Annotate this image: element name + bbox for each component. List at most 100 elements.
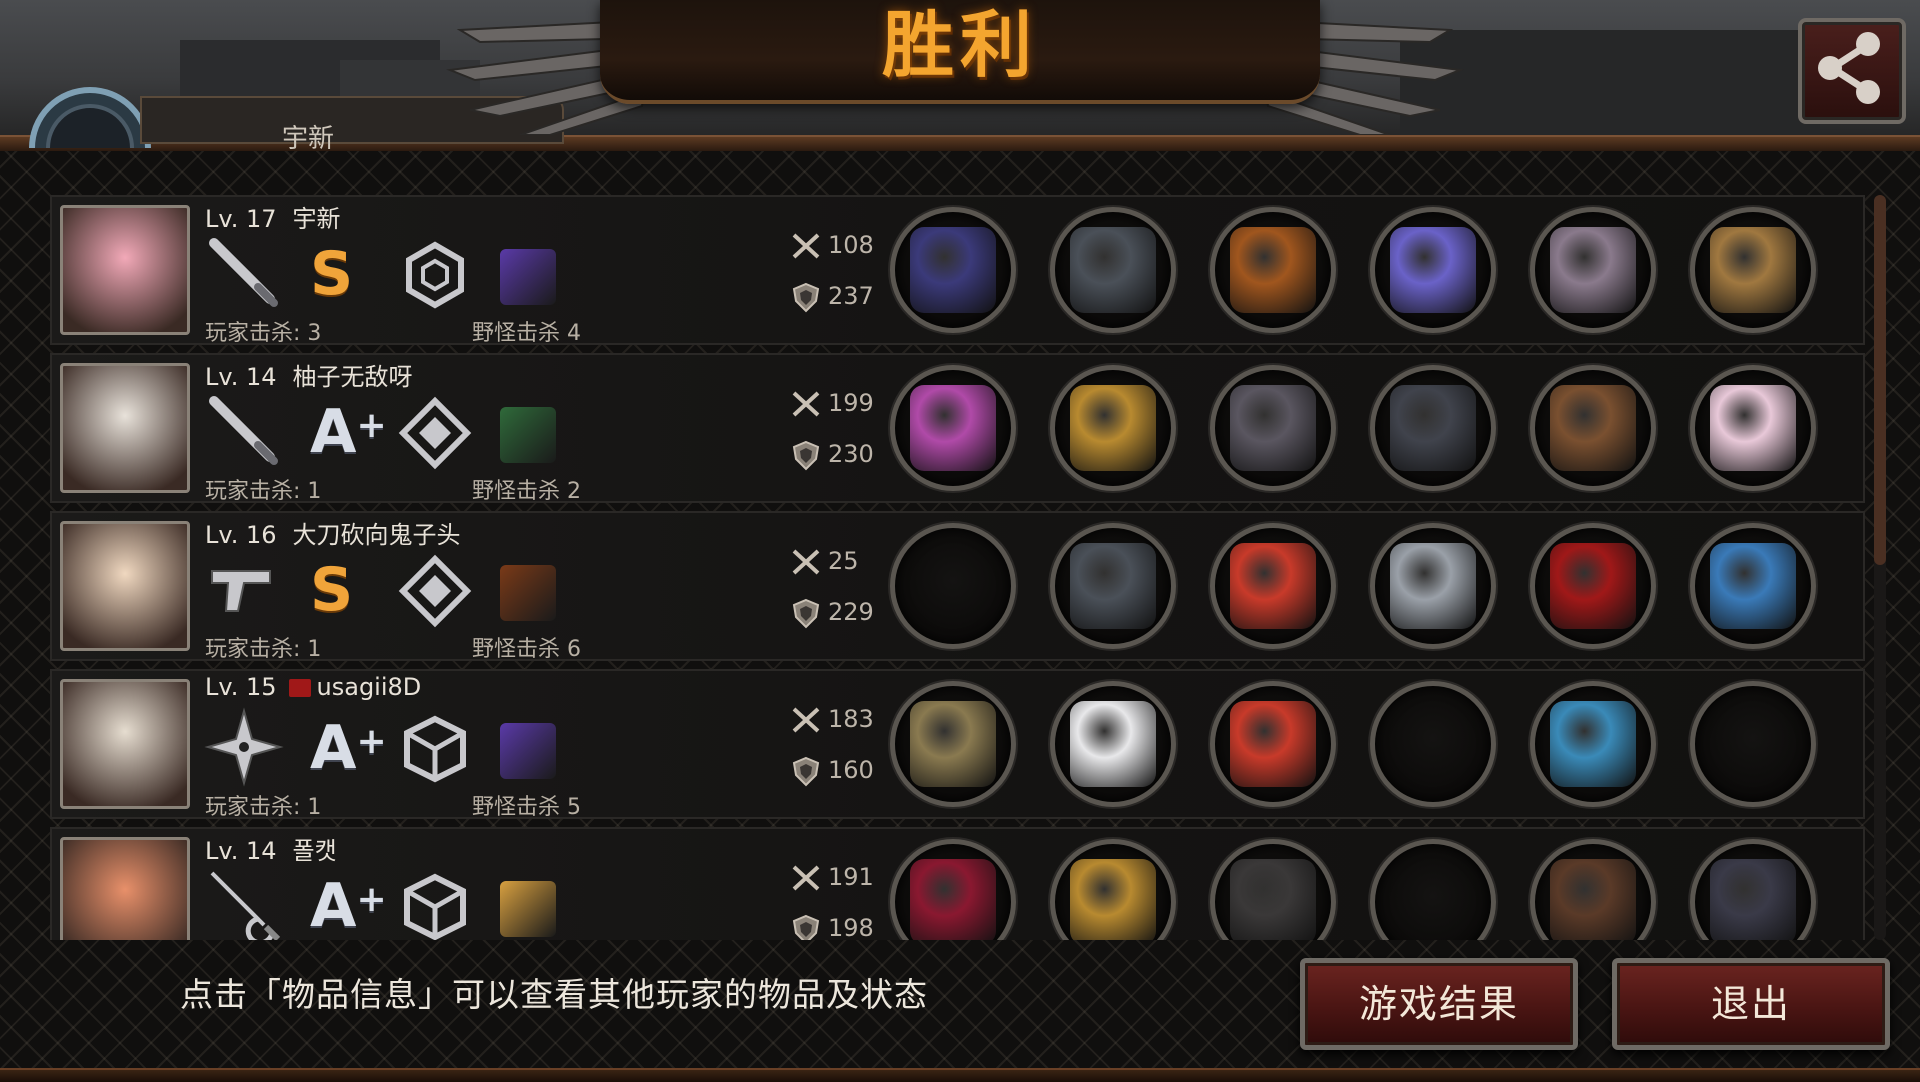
player-kills: 玩家击杀: 1 [205,637,322,662]
share-button[interactable] [1798,18,1906,124]
defense-icon [790,440,828,471]
equipment-slot[interactable] [890,681,1016,807]
shuriken-icon [204,707,284,787]
defense-stat: 237 [790,281,874,313]
leather-coat-icon [1230,859,1316,940]
equipment-slot[interactable] [1050,681,1176,807]
player-avatar[interactable] [60,363,190,493]
player-avatar[interactable] [60,521,190,651]
player-row[interactable]: Lv. 15 usagii8D A+ 玩家击杀: 1 野怪击杀 5 183 160 [50,669,1865,820]
attack-icon [790,705,828,733]
defense-value: 229 [828,598,874,626]
rank-plus: + [356,879,387,920]
player-level: Lv. 16 [205,521,277,549]
equipment-slot[interactable] [1210,207,1336,333]
equipment-slot[interactable] [1530,839,1656,940]
lightning-gauntlet-icon [1390,227,1476,313]
equipment-slot[interactable] [1690,681,1816,807]
bronze-armor-icon [1230,227,1316,313]
baseball-bat-icon [204,391,284,471]
monster-kills: 野怪击杀 6 [472,637,581,662]
equipment-slot[interactable] [1530,207,1656,333]
equipment-slot[interactable] [1530,523,1656,649]
equipment-slot[interactable] [1370,839,1496,940]
player-level-name: Lv. 14 폴캣 [205,831,337,866]
defense-value: 198 [828,914,874,940]
defense-stat: 229 [790,597,874,629]
leather-boots-icon [1550,227,1636,313]
gold-helmet-icon [1070,385,1156,471]
diamond-emblem-icon [397,553,473,629]
ammo-belt-icon [1550,385,1636,471]
attack-value: 25 [828,547,859,575]
defense-value: 160 [828,756,874,784]
battle-flag-icon [1710,859,1796,940]
equipment-slot[interactable] [1690,207,1816,333]
equipment-slot[interactable] [1210,365,1336,491]
player-level: Lv. 15 [205,673,277,701]
equipment-slot[interactable] [890,365,1016,491]
pistol-icon [204,549,284,629]
equipment-slot[interactable] [1050,365,1176,491]
equipment-slot[interactable] [890,207,1016,333]
equipment-slot[interactable] [1210,523,1336,649]
player-avatar[interactable] [60,679,190,809]
attack-value: 199 [828,389,874,417]
rank-letter: A [310,397,357,467]
attack-stat: 25 [790,547,859,577]
equipment-slot[interactable] [1050,523,1176,649]
attack-stat: 199 [790,389,874,419]
equipment-slot[interactable] [1370,523,1496,649]
equipment-slot[interactable] [1370,207,1496,333]
attack-icon [790,547,828,575]
attack-stat: 183 [790,705,874,735]
player-row[interactable]: Lv. 17 宇新 S 玩家击杀: 3 野怪击杀 4 108 237 [50,195,1865,346]
equipment-slot[interactable] [890,839,1016,940]
player-row[interactable]: Lv. 14 폴캣 A+ 191 198 [50,827,1865,940]
rank-grade: A+ [310,871,387,940]
equipment-slot[interactable] [1370,365,1496,491]
player-row[interactable]: Lv. 16 大刀砍向鬼子头 S 玩家击杀: 1 野怪击杀 6 25 229 [50,511,1865,662]
player-kills: 玩家击杀: 3 [205,321,322,346]
baseball-bat-icon [204,233,284,313]
red-heels-icon [1550,543,1636,629]
list-scrollbar-thumb[interactable] [1874,195,1886,565]
diamond-emblem-icon [397,395,473,471]
equipment-slot[interactable] [1370,681,1496,807]
equipment-slot[interactable] [1690,365,1816,491]
rank-letter: S [310,239,354,309]
equipment-slot[interactable] [1690,839,1816,940]
player-kills: 玩家击杀: 1 [205,795,322,820]
equipment-slot[interactable] [1210,839,1336,940]
player-name: 柚子无敌呀 [292,363,413,391]
equipment-slot[interactable] [1050,207,1176,333]
player-results-list[interactable]: Lv. 17 宇新 S 玩家击杀: 3 野怪击杀 4 108 237 Lv. 14 柚子无敌呀 A… [50,195,1865,940]
player-row[interactable]: Lv. 14 柚子无敌呀 A+ 玩家击杀: 1 野怪击杀 2 199 230 [50,353,1865,504]
spiked-gauntlet-icon [1390,385,1476,471]
defense-stat: 198 [790,913,874,940]
exit-button[interactable]: 退出 [1612,958,1890,1050]
player-level-name: Lv. 15 usagii8D [205,673,421,701]
equipment-slot[interactable] [1690,523,1816,649]
rapier-icon [204,865,284,940]
rank-grade: A+ [310,397,387,467]
game-result-button[interactable]: 游戏结果 [1300,958,1578,1050]
defense-icon [790,914,828,940]
stone-armor-icon [1230,385,1316,471]
steel-bracer-icon [1390,543,1476,629]
rank-letter: A [310,713,357,783]
player-avatar[interactable] [60,837,190,940]
equipment-slot[interactable] [1210,681,1336,807]
equipment-slot[interactable] [890,523,1016,649]
rank-plus: + [356,721,387,762]
defense-icon [790,282,828,313]
player-name: 宇新 [292,205,341,233]
attack-stat: 108 [790,231,874,261]
player-name: usagii8D [316,673,422,701]
equipment-slot[interactable] [1530,681,1656,807]
equipment-slot[interactable] [1050,839,1176,940]
defense-value: 230 [828,440,874,468]
player-avatar[interactable] [60,205,190,335]
defense-stat: 230 [790,439,874,471]
equipment-slot[interactable] [1530,365,1656,491]
